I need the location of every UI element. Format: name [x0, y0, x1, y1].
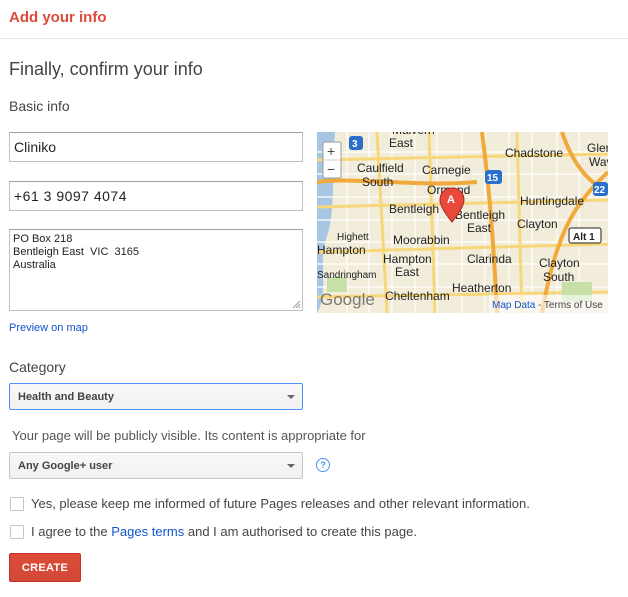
svg-text:3: 3	[352, 139, 358, 150]
svg-text:East: East	[389, 136, 414, 150]
svg-text:Clayton: Clayton	[517, 217, 558, 231]
svg-text:Highett: Highett	[337, 232, 369, 243]
svg-text:Glen: Glen	[587, 141, 608, 155]
map-canvas: Malvern East Chadstone Glen Wave Caulfie…	[317, 132, 608, 313]
svg-text:Carnegie: Carnegie	[422, 163, 471, 177]
business-name-input[interactable]	[9, 132, 303, 162]
updates-checkbox-label: Yes, please keep me informed of future P…	[31, 496, 530, 511]
svg-text:Hampton: Hampton	[383, 252, 432, 266]
svg-text:Clarinda: Clarinda	[467, 252, 512, 266]
visibility-description: Your page will be publicly visible. Its …	[12, 428, 366, 443]
terms-of-use-text: - Terms of Use	[538, 300, 603, 311]
svg-text:Huntingdale: Huntingdale	[520, 194, 584, 208]
category-selected-value: Health and Beauty	[18, 390, 114, 403]
svg-text:Sandringham: Sandringham	[317, 270, 376, 281]
dropdown-arrow-icon	[287, 464, 295, 468]
updates-checkbox[interactable]	[10, 497, 24, 511]
svg-text:A: A	[447, 194, 455, 206]
svg-text:East: East	[467, 221, 492, 235]
terms-checkbox[interactable]	[10, 525, 24, 539]
road-shield-alt1: Alt 1	[568, 227, 602, 244]
page-header-title: Add your info	[9, 9, 107, 26]
create-button[interactable]: CREATE	[9, 553, 81, 582]
map-preview[interactable]: Malvern East Chadstone Glen Wave Caulfie…	[317, 132, 608, 313]
svg-text:Wave: Wave	[589, 155, 608, 169]
svg-text:−: −	[327, 161, 335, 177]
google-logo: Google	[320, 290, 375, 309]
help-icon[interactable]: ?	[316, 458, 330, 472]
road-shield-22: 22	[593, 182, 608, 196]
svg-text:Heatherton: Heatherton	[452, 281, 511, 295]
svg-text:South: South	[543, 270, 574, 284]
svg-text:Bentleigh: Bentleigh	[389, 202, 439, 216]
svg-text:Bentleigh: Bentleigh	[455, 208, 505, 222]
terms-prefix: I agree to the	[31, 524, 108, 539]
address-textarea[interactable]: PO Box 218 Bentleigh East VIC 3165 Austr…	[9, 229, 303, 311]
terms-suffix: and I am authorised to create this page.	[187, 524, 417, 539]
svg-text:East: East	[395, 265, 420, 279]
map-data-link: Map Data	[492, 300, 536, 311]
svg-text:Chadstone: Chadstone	[505, 146, 563, 160]
svg-text:Moorabbin: Moorabbin	[393, 233, 450, 247]
svg-text:Cheltenham: Cheltenham	[385, 289, 450, 303]
pages-terms-link[interactable]: Pages terms	[111, 524, 184, 539]
svg-text:Clayton: Clayton	[539, 256, 580, 270]
category-select[interactable]: Health and Beauty	[9, 383, 303, 410]
svg-text:Caulfield: Caulfield	[357, 161, 404, 175]
map-zoom-control: + −	[322, 141, 342, 179]
audience-select[interactable]: Any Google+ user	[9, 452, 303, 479]
road-shield-3: 3	[349, 136, 363, 150]
road-shield-15: 15	[485, 170, 502, 184]
resize-grip-icon[interactable]	[292, 300, 301, 309]
svg-text:Alt 1: Alt 1	[573, 232, 595, 243]
svg-text:15: 15	[487, 173, 499, 184]
basic-info-label: Basic info	[9, 98, 70, 114]
page-title: Finally, confirm your info	[9, 59, 203, 79]
svg-text:22: 22	[594, 185, 606, 196]
dropdown-arrow-icon	[287, 395, 295, 399]
header-divider	[0, 38, 628, 39]
preview-on-map-link[interactable]: Preview on map	[9, 322, 88, 334]
category-label: Category	[9, 359, 66, 375]
phone-number-input[interactable]	[9, 181, 303, 211]
svg-text:+: +	[327, 143, 335, 159]
audience-selected-value: Any Google+ user	[18, 459, 113, 472]
svg-text:Hampton: Hampton	[317, 243, 366, 257]
terms-checkbox-label: I agree to the Pages terms and I am auth…	[31, 524, 417, 539]
svg-text:South: South	[362, 175, 393, 189]
